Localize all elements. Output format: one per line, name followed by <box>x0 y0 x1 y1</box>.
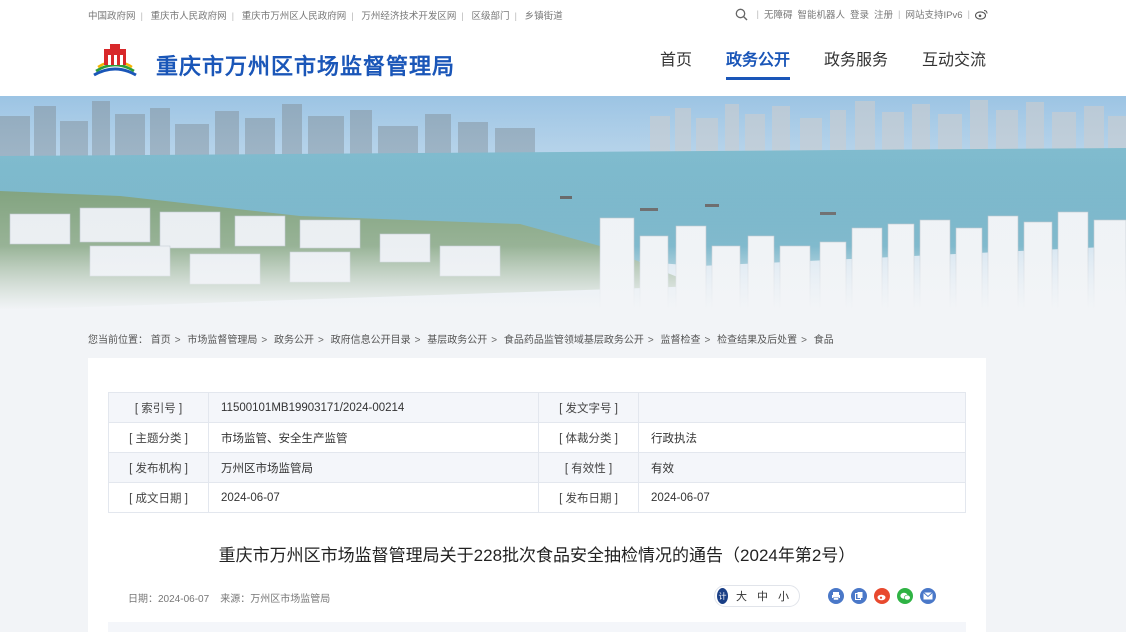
font-size-large[interactable]: 大 <box>736 588 747 604</box>
breadcrumb-item[interactable]: 市场监督管理局 <box>187 335 257 346</box>
meta-label: [ 索引号 ] <box>108 392 209 423</box>
breadcrumb-item[interactable]: 食品药品监管领域基层政务公开 <box>504 335 644 346</box>
print-icon[interactable] <box>828 588 844 604</box>
breadcrumb: 您当前位置： 首页 > 市场监督管理局 > 政务公开 > 政府信息公开目录 > 基层政务… <box>88 335 834 346</box>
link-towns[interactable]: 乡镇街道 <box>525 11 563 22</box>
breadcrumb-prefix: 您当前位置： <box>88 335 148 346</box>
meta-value: 万州区市场监管局 <box>208 452 539 483</box>
link-cq-gov[interactable]: 重庆市人民政府网 <box>151 11 227 22</box>
nav-gov-services[interactable]: 政务服务 <box>824 46 888 80</box>
meta-value: 2024-06-07 <box>638 482 966 513</box>
robot-link[interactable]: 智能机器人 <box>798 7 846 21</box>
top-links: 中国政府网 | 重庆市人民政府网 | 重庆市万州区人民政府网 | 万州经济技术开发区网… <box>88 11 563 22</box>
nav-interaction[interactable]: 互动交流 <box>922 46 986 80</box>
meta-label: [ 主题分类 ] <box>108 422 209 453</box>
nav-gov-affairs[interactable]: 政务公开 <box>725 46 790 80</box>
article-card: [ 索引号 ] 11500101MB19903171/2024-00214 [ … <box>88 358 986 632</box>
breadcrumb-item[interactable]: 基层政务公开 <box>427 335 487 346</box>
document-meta-table: [ 索引号 ] 11500101MB19903171/2024-00214 [ … <box>108 392 966 513</box>
table-row: [ 发布机构 ] 万州区市场监管局 [ 有效性 ] 有效 <box>108 452 966 483</box>
search-icon[interactable] <box>735 8 748 21</box>
font-size-small[interactable]: 小 <box>778 588 789 604</box>
top-bar: 中国政府网 | 重庆市人民政府网 | 重庆市万州区人民政府网 | 万州经济技术开发区网… <box>0 0 1126 28</box>
link-district-depts[interactable]: 区级部门 <box>472 11 510 22</box>
register-link[interactable]: 注册 <box>874 7 893 21</box>
meta-label: [ 发布机构 ] <box>108 452 209 483</box>
main-nav: 首页 政务公开 政务服务 互动交流 <box>626 46 986 80</box>
link-wanzhou-gov[interactable]: 重庆市万州区人民政府网 <box>242 11 347 22</box>
font-size-medium[interactable]: 中 <box>757 588 768 604</box>
meta-value: 市场监管、安全生产监管 <box>208 422 539 453</box>
meta-value: 行政执法 <box>638 422 966 453</box>
link-dev-zone[interactable]: 万州经济技术开发区网 <box>361 11 456 22</box>
breadcrumb-item[interactable]: 检查结果及后处置 <box>717 335 797 346</box>
font-size-switcher: 计 大 中 小 <box>714 585 800 607</box>
weibo-icon[interactable] <box>975 9 988 20</box>
nav-home[interactable]: 首页 <box>660 46 692 80</box>
meta-label: [ 有效性 ] <box>538 452 639 483</box>
meta-label: [ 成文日期 ] <box>108 482 209 513</box>
meta-label: [ 发布日期 ] <box>538 482 639 513</box>
breadcrumb-item[interactable]: 政府信息公开目录 <box>331 335 411 346</box>
meta-label: [ 体裁分类 ] <box>538 422 639 453</box>
breadcrumb-item[interactable]: 食品 <box>814 335 834 346</box>
table-row: [ 主题分类 ] 市场监管、安全生产监管 [ 体裁分类 ] 行政执法 <box>108 422 966 453</box>
login-link[interactable]: 登录 <box>850 7 869 21</box>
article-title: 重庆市万州区市场监督管理局关于228批次食品安全抽检情况的通告（2024年第2号… <box>218 546 856 565</box>
ipv6-label: 网站支持IPv6 <box>905 10 963 21</box>
article-source: 来源：万州区市场监管局 <box>220 594 331 605</box>
site-header: 重庆市万州区市场监督管理局 首页 政务公开 政务服务 互动交流 <box>0 28 1126 96</box>
meta-label: [ 发文字号 ] <box>538 392 639 423</box>
article-date: 日期：2024-06-07 <box>128 594 210 605</box>
table-row: [ 索引号 ] 11500101MB19903171/2024-00214 [ … <box>108 392 966 423</box>
meta-value: 11500101MB19903171/2024-00214 <box>208 392 539 423</box>
city-banner-image <box>0 96 1126 310</box>
top-right-tools: | 无障碍 智能机器人 登录 注册 | 网站支持IPv6 | <box>735 7 988 21</box>
site-logo-icon[interactable] <box>90 41 140 81</box>
email-icon[interactable] <box>920 588 936 604</box>
breadcrumb-item[interactable]: 监督检查 <box>661 335 701 346</box>
meta-value: 2024-06-07 <box>208 482 539 513</box>
font-size-badge-icon: 计 <box>717 588 728 604</box>
link-gov-cn[interactable]: 中国政府网 <box>88 11 136 22</box>
share-toolbar <box>828 588 943 604</box>
table-row: [ 成文日期 ] 2024-06-07 [ 发布日期 ] 2024-06-07 <box>108 482 966 513</box>
wechat-icon[interactable] <box>897 588 913 604</box>
article-info: 日期：2024-06-07 来源：万州区市场监管局 <box>128 590 330 605</box>
accessibility-link[interactable]: 无障碍 <box>764 7 793 21</box>
site-title[interactable]: 重庆市万州区市场监督管理局 <box>156 49 455 81</box>
content-divider <box>108 622 966 632</box>
weibo-icon[interactable] <box>874 588 890 604</box>
copy-icon[interactable] <box>851 588 867 604</box>
meta-value: 有效 <box>638 452 966 483</box>
breadcrumb-item[interactable]: 首页 <box>151 335 171 346</box>
meta-value <box>638 392 966 423</box>
breadcrumb-item[interactable]: 政务公开 <box>274 335 314 346</box>
